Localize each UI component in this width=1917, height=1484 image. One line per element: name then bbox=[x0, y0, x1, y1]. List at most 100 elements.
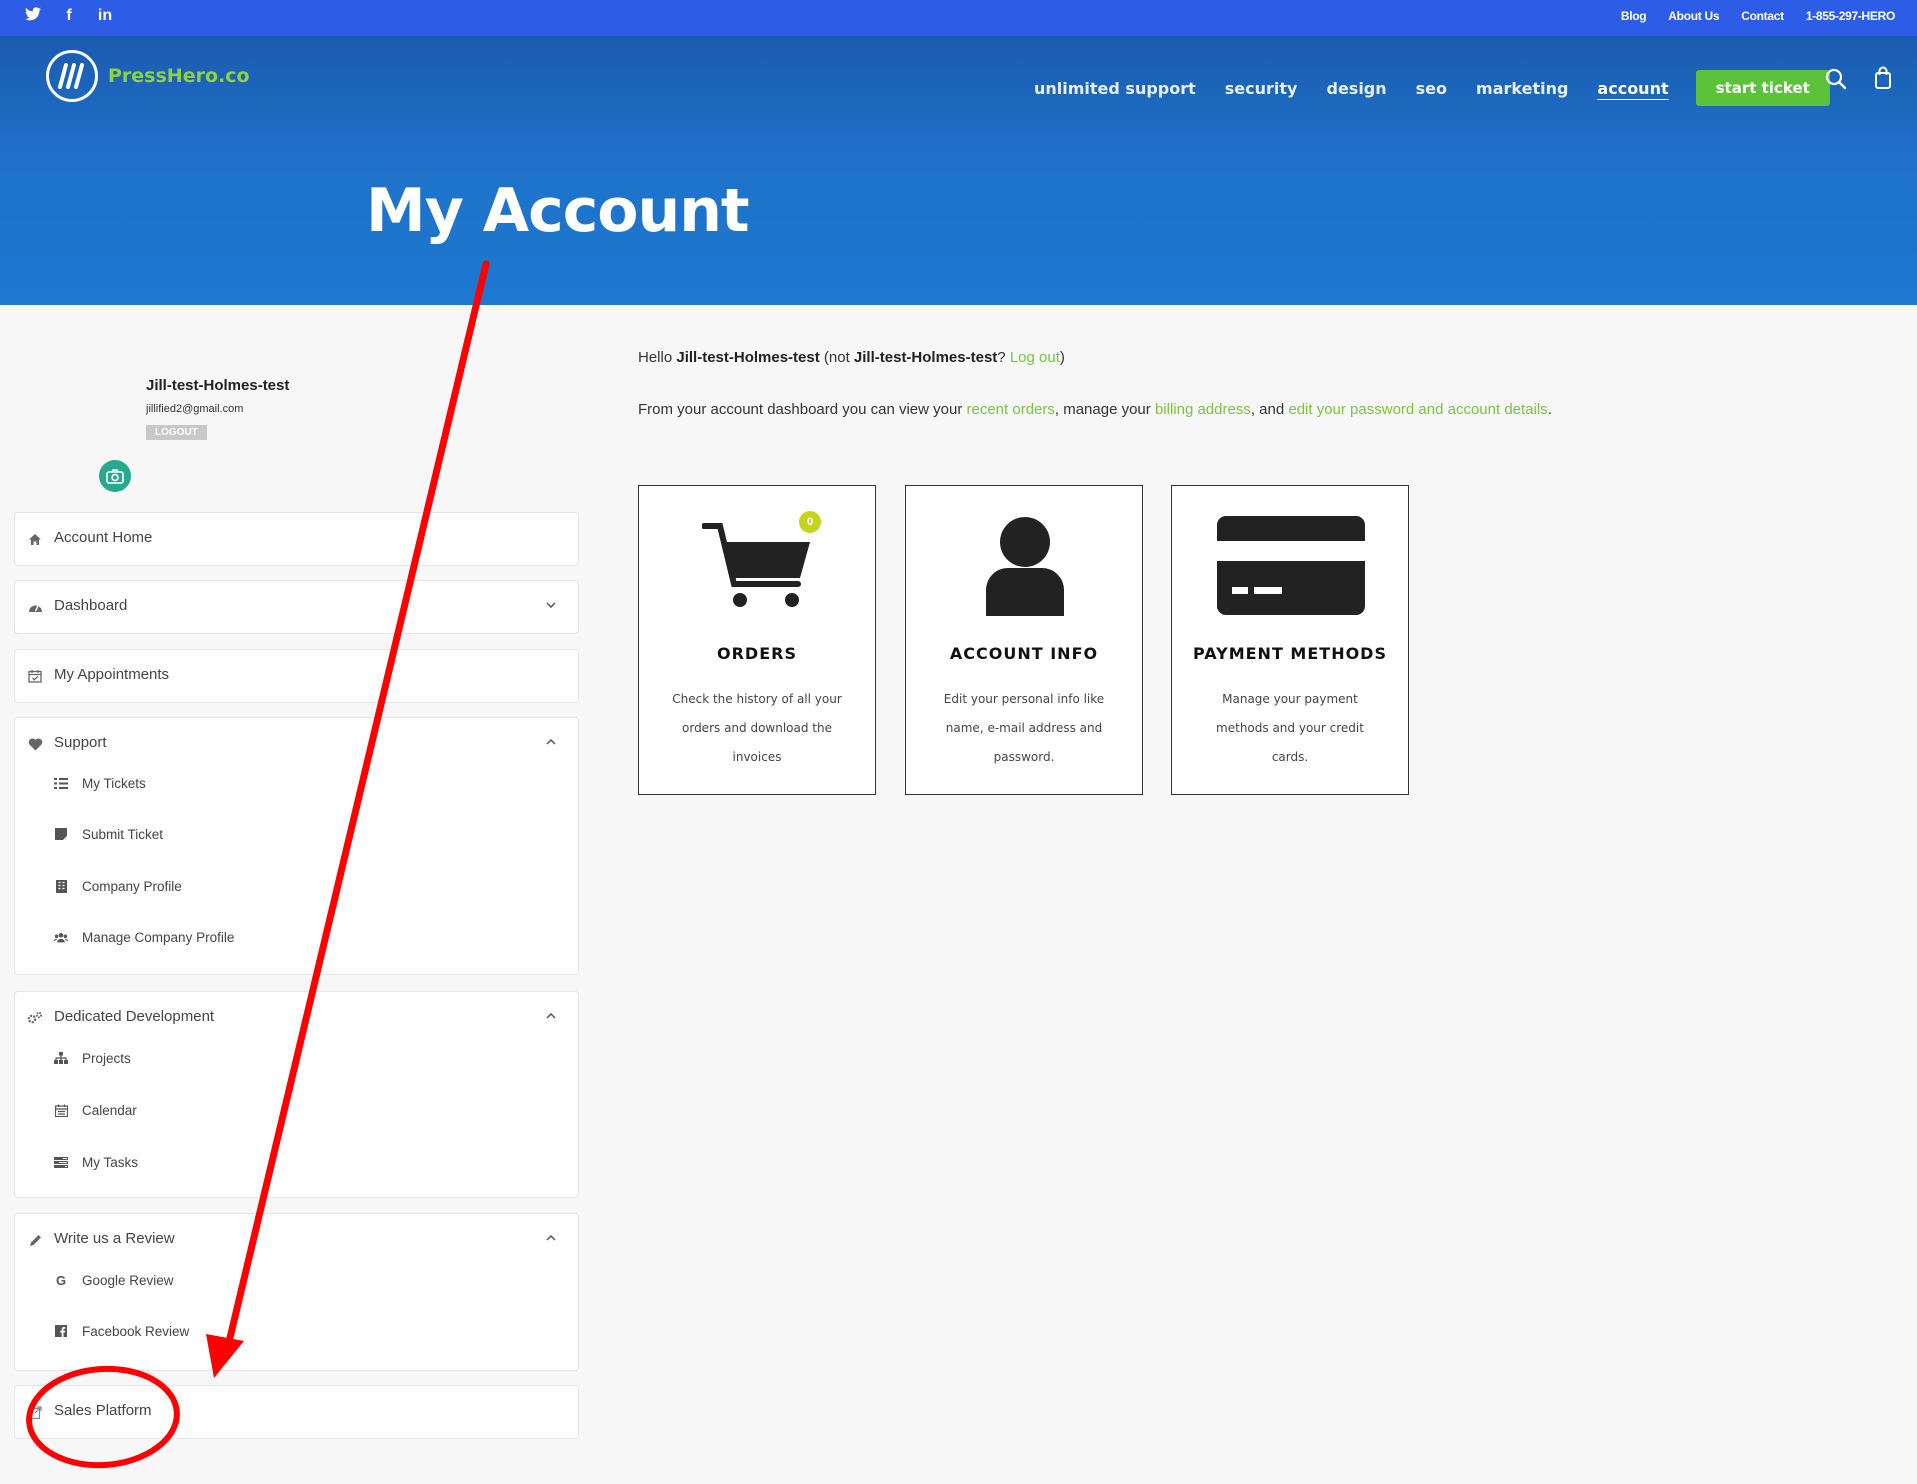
cart-count-badge: 0 bbox=[799, 511, 821, 533]
sticky-note-icon bbox=[54, 827, 68, 841]
recent-orders-link[interactable]: recent orders bbox=[967, 401, 1055, 418]
external-link-icon bbox=[27, 1404, 43, 1420]
about-us-link[interactable]: About Us bbox=[1668, 9, 1719, 23]
search-icon[interactable] bbox=[1825, 68, 1847, 95]
sidebar-item-label: Dedicated Development bbox=[54, 1008, 215, 1025]
main-nav: unlimited support security design seo ma… bbox=[1034, 70, 1830, 106]
sidebar-item-account-home[interactable]: Account Home bbox=[14, 512, 579, 566]
twitter-icon[interactable] bbox=[24, 7, 42, 26]
building-icon bbox=[54, 879, 68, 893]
card-description: Check the history of all your orders and… bbox=[672, 692, 842, 764]
card-title: PAYMENT METHODS bbox=[1193, 644, 1387, 663]
greeting-close: ) bbox=[1059, 349, 1065, 366]
sidebar-item-company-profile[interactable]: Company Profile bbox=[54, 876, 182, 896]
greeting-mid: (not bbox=[819, 349, 854, 366]
linkedin-icon[interactable]: in bbox=[96, 7, 114, 26]
sidebar-item-google-review[interactable]: G Google Review bbox=[54, 1270, 174, 1290]
sidebar-item-projects[interactable]: Projects bbox=[54, 1048, 131, 1068]
logo-mark-icon bbox=[46, 50, 98, 102]
sidebar-item-label: Write us a Review bbox=[54, 1230, 175, 1247]
sidebar-item-dashboard[interactable]: Dashboard bbox=[14, 580, 579, 634]
logout-button[interactable]: LOGOUT bbox=[146, 425, 207, 440]
sidebar-item-dedicated-development[interactable]: Dedicated Development bbox=[15, 992, 578, 1044]
card-title: ACCOUNT INFO bbox=[949, 644, 1099, 663]
nav-security[interactable]: security bbox=[1225, 79, 1298, 98]
desc-mid-2: , and bbox=[1250, 401, 1289, 418]
nav-seo[interactable]: seo bbox=[1416, 79, 1447, 98]
top-utility-bar: f in Blog About Us Contact 1-855-297-HER… bbox=[0, 0, 1917, 36]
greeting-prefix: Hello bbox=[638, 349, 677, 366]
dashboard-gauge-icon bbox=[27, 599, 43, 615]
sidebar-item-label: My Appointments bbox=[54, 666, 170, 683]
nav-design[interactable]: design bbox=[1326, 79, 1386, 98]
user-icon bbox=[986, 517, 1064, 616]
phone-link[interactable]: 1-855-297-HERO bbox=[1806, 9, 1895, 23]
sidebar-group-write-review: Write us a Review G Google Review Facebo… bbox=[14, 1213, 579, 1371]
nav-unlimited-support[interactable]: unlimited support bbox=[1034, 79, 1196, 98]
account-info-card[interactable]: ACCOUNT INFO Edit your personal info lik… bbox=[905, 485, 1143, 795]
pencil-icon bbox=[27, 1232, 43, 1248]
orders-card[interactable]: 0 ORDERS Check the history of all your o… bbox=[638, 485, 876, 795]
chevron-up-icon[interactable] bbox=[546, 736, 556, 748]
contact-link[interactable]: Contact bbox=[1741, 9, 1784, 23]
card-description: Edit your personal info like name, e-mai… bbox=[943, 692, 1105, 764]
sidebar-item-manage-company-profile[interactable]: Manage Company Profile bbox=[54, 927, 234, 947]
chevron-down-icon[interactable] bbox=[546, 599, 556, 611]
sidebar-group-dedicated-development: Dedicated Development Projects Calendar … bbox=[14, 991, 579, 1198]
calendar-check-icon bbox=[27, 668, 43, 684]
sub-item-label: Submit Ticket bbox=[82, 826, 164, 842]
start-ticket-button[interactable]: start ticket bbox=[1695, 70, 1830, 106]
chevron-up-icon[interactable] bbox=[546, 1232, 556, 1244]
sidebar-item-label: Support bbox=[54, 734, 107, 751]
blog-link[interactable]: Blog bbox=[1621, 9, 1647, 23]
card-title: ORDERS bbox=[717, 644, 797, 663]
sidebar-item-my-tasks[interactable]: My Tasks bbox=[54, 1152, 138, 1172]
sidebar-item-calendar[interactable]: Calendar bbox=[54, 1100, 137, 1120]
sidebar-item-support[interactable]: Support bbox=[15, 718, 578, 770]
logout-link[interactable]: Log out bbox=[1010, 349, 1060, 366]
cogs-icon bbox=[27, 1010, 43, 1026]
profile-name: Jill-test-Holmes-test bbox=[146, 377, 290, 394]
home-icon bbox=[27, 531, 43, 547]
list-icon bbox=[54, 776, 68, 790]
sub-item-label: My Tickets bbox=[82, 775, 146, 791]
sidebar-item-submit-ticket[interactable]: Submit Ticket bbox=[54, 824, 163, 844]
sidebar-item-label: Account Home bbox=[54, 529, 153, 546]
desc-prefix: From your account dashboard you can view… bbox=[638, 401, 967, 418]
camera-icon[interactable] bbox=[99, 460, 131, 492]
chevron-up-icon[interactable] bbox=[546, 1010, 556, 1022]
nav-account[interactable]: account bbox=[1597, 79, 1668, 98]
nav-marketing[interactable]: marketing bbox=[1476, 79, 1568, 98]
sidebar-item-my-tickets[interactable]: My Tickets bbox=[54, 773, 146, 793]
sidebar-item-label: Dashboard bbox=[54, 597, 128, 614]
sub-item-label: Projects bbox=[82, 1050, 131, 1066]
sub-item-label: Company Profile bbox=[82, 878, 182, 894]
desc-mid-1: , manage your bbox=[1054, 401, 1155, 418]
social-links: f in bbox=[24, 7, 114, 26]
edit-account-details-link[interactable]: edit your password and account details bbox=[1288, 401, 1547, 418]
sidebar-item-facebook-review[interactable]: Facebook Review bbox=[54, 1321, 189, 1341]
sidebar-item-write-review[interactable]: Write us a Review bbox=[15, 1214, 578, 1266]
sidebar-item-label: Sales Platform bbox=[54, 1402, 152, 1419]
heart-icon bbox=[27, 736, 43, 752]
greeting-question: ? bbox=[997, 349, 1010, 366]
sidebar-item-my-appointments[interactable]: My Appointments bbox=[14, 649, 579, 703]
greeting-username: Jill-test-Holmes-test bbox=[676, 349, 820, 366]
card-description: Manage your payment methods and your cre… bbox=[1216, 692, 1364, 764]
payment-methods-card[interactable]: PAYMENT METHODS Manage your payment meth… bbox=[1171, 485, 1409, 795]
sub-item-label: Google Review bbox=[82, 1272, 174, 1288]
greeting-username-2: Jill-test-Holmes-test bbox=[853, 349, 998, 366]
sub-item-label: My Tasks bbox=[82, 1154, 139, 1170]
cart-bag-icon[interactable] bbox=[1874, 66, 1892, 95]
site-logo[interactable]: PressHero.co bbox=[46, 50, 250, 102]
billing-address-link[interactable]: billing address bbox=[1155, 401, 1251, 418]
sitemap-icon bbox=[54, 1051, 68, 1065]
sub-item-label: Manage Company Profile bbox=[82, 929, 235, 945]
sidebar-item-sales-platform[interactable]: Sales Platform bbox=[14, 1385, 579, 1439]
sub-item-label: Calendar bbox=[82, 1102, 137, 1118]
sidebar-group-support: Support My Tickets Submit Ticket Company… bbox=[14, 717, 579, 975]
page-title: My Account bbox=[366, 176, 750, 246]
credit-card-icon bbox=[1217, 516, 1365, 615]
facebook-icon[interactable]: f bbox=[60, 7, 78, 26]
desc-end: . bbox=[1547, 401, 1552, 418]
